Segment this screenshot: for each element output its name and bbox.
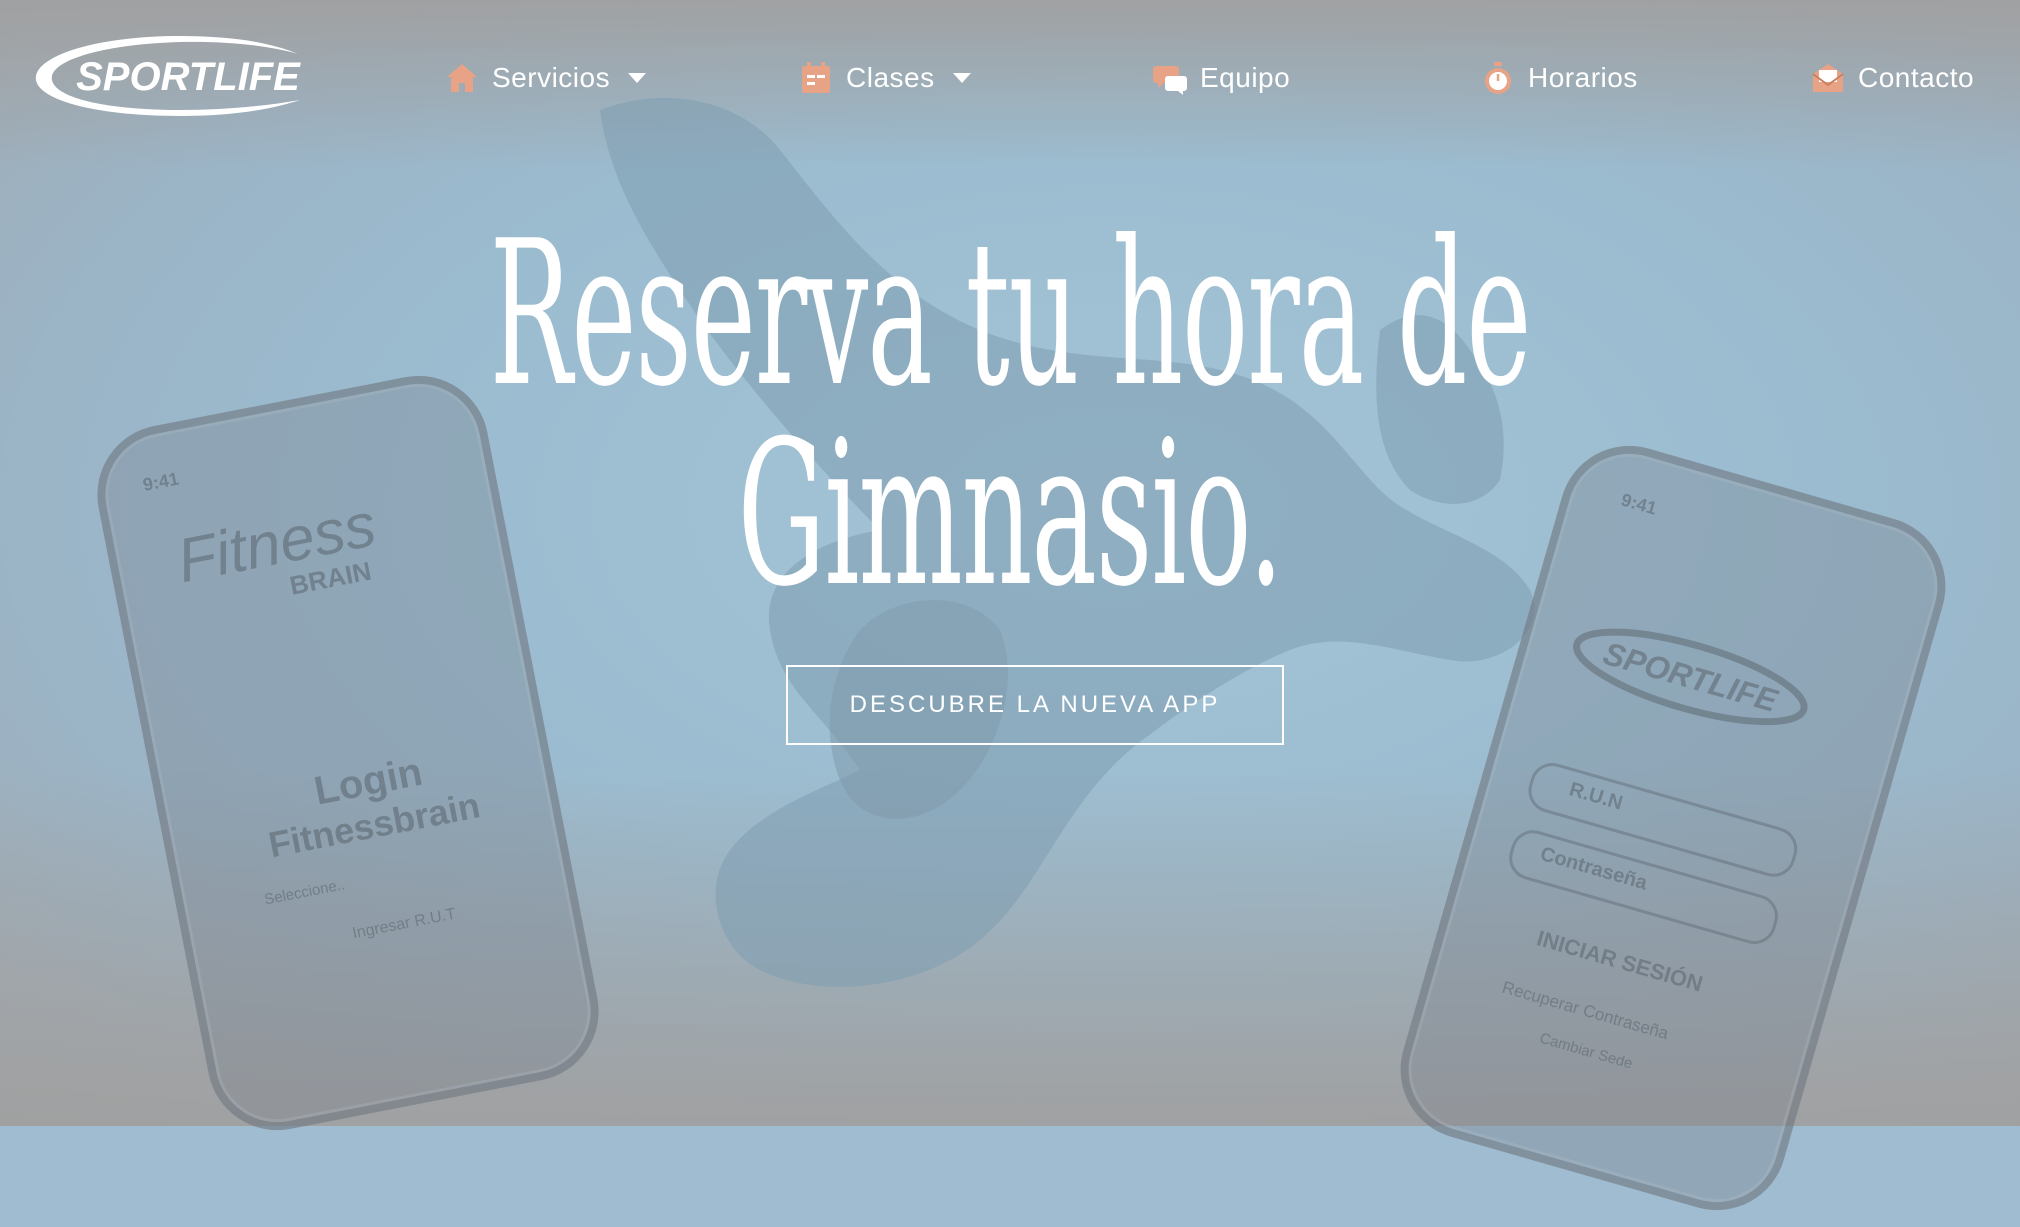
nav-item-contacto[interactable]: Contacto — [1810, 55, 1974, 100]
nav-item-clases[interactable]: Clases — [798, 55, 971, 100]
nav-label-contacto: Contacto — [1858, 61, 1975, 93]
svg-text:SPORTLIFE: SPORTLIFE — [76, 55, 301, 99]
hero-headline-line-1: Reserva tu hora de — [489, 198, 1532, 431]
calendar-icon — [802, 61, 830, 93]
chevron-down-icon — [628, 72, 647, 83]
chevron-down-icon — [952, 72, 971, 83]
envelope-icon — [1812, 63, 1844, 92]
discover-app-button[interactable]: DESCUBRE LA NUEVA APP — [786, 665, 1284, 745]
nav-label-clases: Clases — [846, 61, 935, 93]
sportlife-logo[interactable]: SPORTLIFE — [30, 30, 330, 122]
svg-text:SPORTLIFE: SPORTLIFE — [1599, 635, 1783, 719]
nav-item-equipo[interactable]: Equipo — [1152, 55, 1290, 100]
phone-right-recover-link: Recuperar Contraseña — [1500, 977, 1671, 1044]
phone-right-time: 9:41 — [1618, 489, 1660, 519]
home-icon — [447, 63, 477, 92]
phone-left-time: 9:41 — [141, 468, 181, 495]
phone-right-change-link: Cambiar Sede — [1537, 1029, 1635, 1073]
phone-left-run-input: Ingresar R.U.T — [350, 905, 458, 943]
chat-bubbles-icon — [1153, 65, 1187, 95]
phone-right-logo: SPORTLIFE — [1573, 628, 1808, 726]
nav-item-horarios[interactable]: Horarios — [1480, 55, 1638, 100]
hero-headline-line-2: Gimnasio. — [737, 398, 1284, 631]
phone-left-select: Seleccione.. — [262, 876, 347, 909]
nav-label-equipo: Equipo — [1200, 61, 1291, 93]
nav-item-servicios[interactable]: Servicios — [444, 55, 647, 100]
nav-label-servicios: Servicios — [492, 61, 611, 93]
phone-right-login-button: INICIAR SESIÓN — [1534, 925, 1706, 997]
top-navigation: SPORTLIFE Servicios Clases Equipo Horari… — [0, 0, 2020, 155]
nav-label-horarios: Horarios — [1528, 61, 1638, 93]
stopwatch-icon — [1485, 61, 1511, 94]
